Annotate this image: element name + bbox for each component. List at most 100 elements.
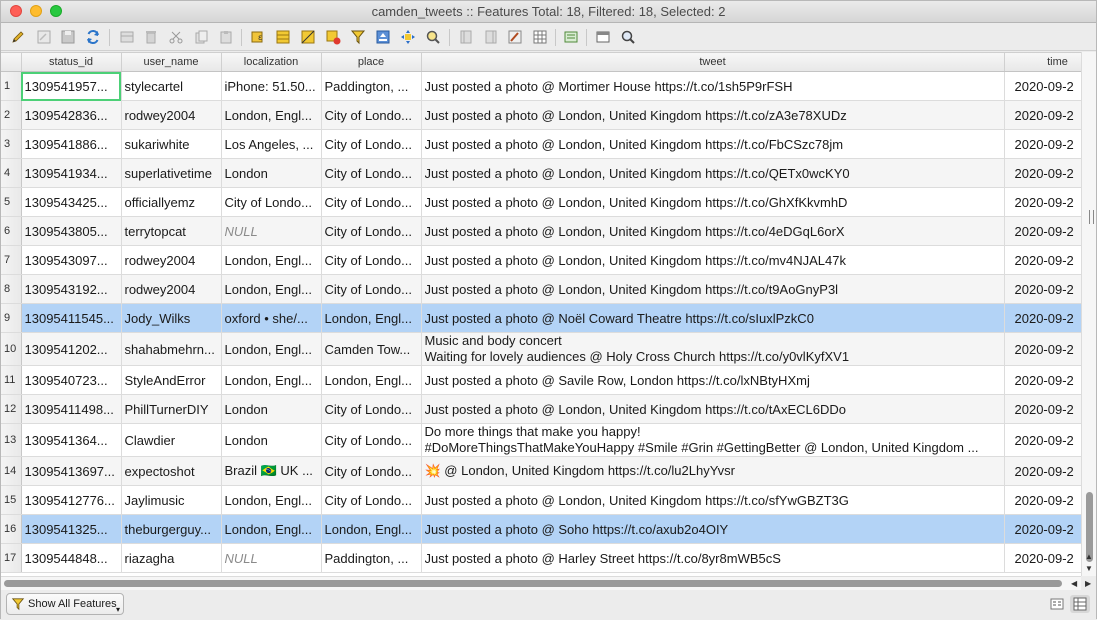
table-row[interactable]: 11 1309540723... StyleAndError London, Engl… bbox=[1, 365, 1081, 395]
cell-status-id[interactable]: 1309541325... bbox=[21, 514, 122, 544]
cell-status-id[interactable]: 13095411545... bbox=[21, 303, 122, 333]
horizontal-scroll-thumb[interactable] bbox=[4, 580, 1062, 587]
cell-user-name[interactable]: Clawdier bbox=[121, 423, 222, 457]
cell-tweet[interactable]: Just posted a photo @ London, United Kin… bbox=[421, 245, 1005, 275]
row-number[interactable]: 10 bbox=[1, 332, 22, 366]
cell-tweet[interactable]: Just posted a photo @ Harley Street http… bbox=[421, 543, 1005, 573]
cell-status-id[interactable]: 13095411498... bbox=[21, 394, 122, 424]
paste-icon[interactable] bbox=[217, 28, 235, 46]
cell-time[interactable]: 2020-09-2 bbox=[1004, 303, 1081, 333]
scroll-down-icon[interactable]: ▼ bbox=[1085, 564, 1093, 573]
table-row[interactable]: 1 1309541957... stylecartel iPhone: 51.50..… bbox=[1, 71, 1081, 101]
cell-user-name[interactable]: superlativetime bbox=[121, 158, 222, 188]
table-row[interactable]: 5 1309543425... officiallyemz City of Londo… bbox=[1, 187, 1081, 217]
row-number[interactable]: 9 bbox=[1, 303, 22, 333]
row-number[interactable]: 8 bbox=[1, 274, 22, 304]
cell-time[interactable]: 2020-09-2 bbox=[1004, 216, 1081, 246]
cell-time[interactable]: 2020-09-2 bbox=[1004, 274, 1081, 304]
table-row[interactable]: 3 1309541886... sukariwhite Los Angeles, ..… bbox=[1, 129, 1081, 159]
cell-time[interactable]: 2020-09-2 bbox=[1004, 423, 1081, 457]
cell-user-name[interactable]: PhillTurnerDIY bbox=[121, 394, 222, 424]
new-field-icon[interactable] bbox=[457, 28, 475, 46]
row-number[interactable]: 5 bbox=[1, 187, 22, 217]
row-number[interactable]: 4 bbox=[1, 158, 22, 188]
cell-place[interactable]: Paddington, ... bbox=[321, 71, 422, 101]
delete-field-icon[interactable] bbox=[482, 28, 500, 46]
cell-user-name[interactable]: Jaylimusic bbox=[121, 485, 222, 515]
row-number[interactable]: 15 bbox=[1, 485, 22, 515]
multi-edit-icon[interactable] bbox=[35, 28, 53, 46]
column-header-place[interactable]: place bbox=[321, 53, 422, 72]
row-number[interactable]: 3 bbox=[1, 129, 22, 159]
cell-place[interactable]: City of Londo... bbox=[321, 485, 422, 515]
row-number[interactable]: 16 bbox=[1, 514, 22, 544]
cell-status-id[interactable]: 1309543805... bbox=[21, 216, 122, 246]
form-view-button[interactable] bbox=[1047, 595, 1067, 613]
cell-tweet[interactable]: Just posted a photo @ London, United Kin… bbox=[421, 100, 1005, 130]
cell-tweet[interactable]: Just posted a photo @ Soho https://t.co/… bbox=[421, 514, 1005, 544]
cell-tweet[interactable]: Just posted a photo @ London, United Kin… bbox=[421, 216, 1005, 246]
cell-status-id[interactable]: 1309541364... bbox=[21, 423, 122, 457]
cell-time[interactable]: 2020-09-2 bbox=[1004, 187, 1081, 217]
cell-localization[interactable]: NULL bbox=[221, 543, 322, 573]
row-number[interactable]: 1 bbox=[1, 71, 22, 101]
cell-localization[interactable]: London bbox=[221, 423, 322, 457]
move-selection-top-icon[interactable] bbox=[374, 28, 392, 46]
cell-localization[interactable]: oxford • she/... bbox=[221, 303, 322, 333]
cell-localization[interactable]: London bbox=[221, 394, 322, 424]
table-row[interactable]: 8 1309543192... rodwey2004 London, Engl... C… bbox=[1, 274, 1081, 304]
row-number[interactable]: 2 bbox=[1, 100, 22, 130]
cell-place[interactable]: City of Londo... bbox=[321, 158, 422, 188]
cell-tweet[interactable]: Just posted a photo @ London, United Kin… bbox=[421, 394, 1005, 424]
cell-status-id[interactable]: 1309543425... bbox=[21, 187, 122, 217]
pencil-icon[interactable] bbox=[9, 28, 27, 46]
cell-status-id[interactable]: 1309541957... bbox=[21, 71, 122, 101]
table-row[interactable]: 13 1309541364... Clawdier London City of Lon… bbox=[1, 423, 1081, 457]
cell-localization[interactable]: City of Londo... bbox=[221, 187, 322, 217]
cell-user-name[interactable]: expectoshot bbox=[121, 456, 222, 486]
cell-user-name[interactable]: terrytopcat bbox=[121, 216, 222, 246]
cell-place[interactable]: City of Londo... bbox=[321, 245, 422, 275]
cell-status-id[interactable]: 1309543192... bbox=[21, 274, 122, 304]
cell-status-id[interactable]: 1309540723... bbox=[21, 365, 122, 395]
cell-tweet[interactable]: 💥 @ London, United Kingdom https://t.co/… bbox=[421, 456, 1005, 486]
cell-tweet[interactable]: Just posted a photo @ London, United Kin… bbox=[421, 274, 1005, 304]
cell-time[interactable]: 2020-09-2 bbox=[1004, 100, 1081, 130]
table-row[interactable]: 12 13095411498... PhillTurnerDIY London City… bbox=[1, 394, 1081, 424]
field-calculator-icon[interactable] bbox=[506, 28, 524, 46]
cell-place[interactable]: Paddington, ... bbox=[321, 543, 422, 573]
cell-localization[interactable]: Los Angeles, ... bbox=[221, 129, 322, 159]
cell-time[interactable]: 2020-09-2 bbox=[1004, 394, 1081, 424]
invert-selection-icon[interactable] bbox=[299, 28, 317, 46]
table-row[interactable]: 9 13095411545... Jody_Wilks oxford • she/..… bbox=[1, 303, 1081, 333]
zoom-to-selection-icon[interactable] bbox=[424, 28, 442, 46]
cell-status-id[interactable]: 1309541202... bbox=[21, 332, 122, 366]
deselect-icon[interactable] bbox=[324, 28, 342, 46]
cell-tweet[interactable]: Do more things that make you happy! #DoMo… bbox=[421, 423, 1005, 457]
table-row[interactable]: 17 1309544848... riazagha NULL Paddington, .… bbox=[1, 543, 1081, 573]
cell-tweet[interactable]: Just posted a photo @ London, United Kin… bbox=[421, 158, 1005, 188]
table-row[interactable]: 7 1309543097... rodwey2004 London, Engl... C… bbox=[1, 245, 1081, 275]
cell-time[interactable]: 2020-09-2 bbox=[1004, 456, 1081, 486]
column-header-status-id[interactable]: status_id bbox=[21, 53, 122, 72]
column-header-tweet[interactable]: tweet bbox=[421, 53, 1005, 72]
pan-to-selection-icon[interactable] bbox=[399, 28, 417, 46]
refresh-icon[interactable] bbox=[84, 28, 102, 46]
cell-user-name[interactable]: riazagha bbox=[121, 543, 222, 573]
cell-user-name[interactable]: rodwey2004 bbox=[121, 274, 222, 304]
cell-localization[interactable]: London, Engl... bbox=[221, 274, 322, 304]
cell-user-name[interactable]: officiallyemz bbox=[121, 187, 222, 217]
cell-status-id[interactable]: 1309543097... bbox=[21, 245, 122, 275]
resize-handle[interactable] bbox=[1089, 210, 1094, 224]
cell-user-name[interactable]: sukariwhite bbox=[121, 129, 222, 159]
scroll-left-icon[interactable]: ◀ bbox=[1071, 579, 1077, 588]
cell-tweet[interactable]: Just posted a photo @ Noël Coward Theatr… bbox=[421, 303, 1005, 333]
row-number[interactable]: 11 bbox=[1, 365, 22, 395]
row-number[interactable]: 17 bbox=[1, 543, 22, 573]
cell-status-id[interactable]: 13095413697... bbox=[21, 456, 122, 486]
row-number[interactable]: 13 bbox=[1, 423, 22, 457]
actions-icon[interactable] bbox=[562, 28, 580, 46]
cell-localization[interactable]: NULL bbox=[221, 216, 322, 246]
cell-user-name[interactable]: rodwey2004 bbox=[121, 100, 222, 130]
cell-user-name[interactable]: stylecartel bbox=[121, 71, 222, 101]
